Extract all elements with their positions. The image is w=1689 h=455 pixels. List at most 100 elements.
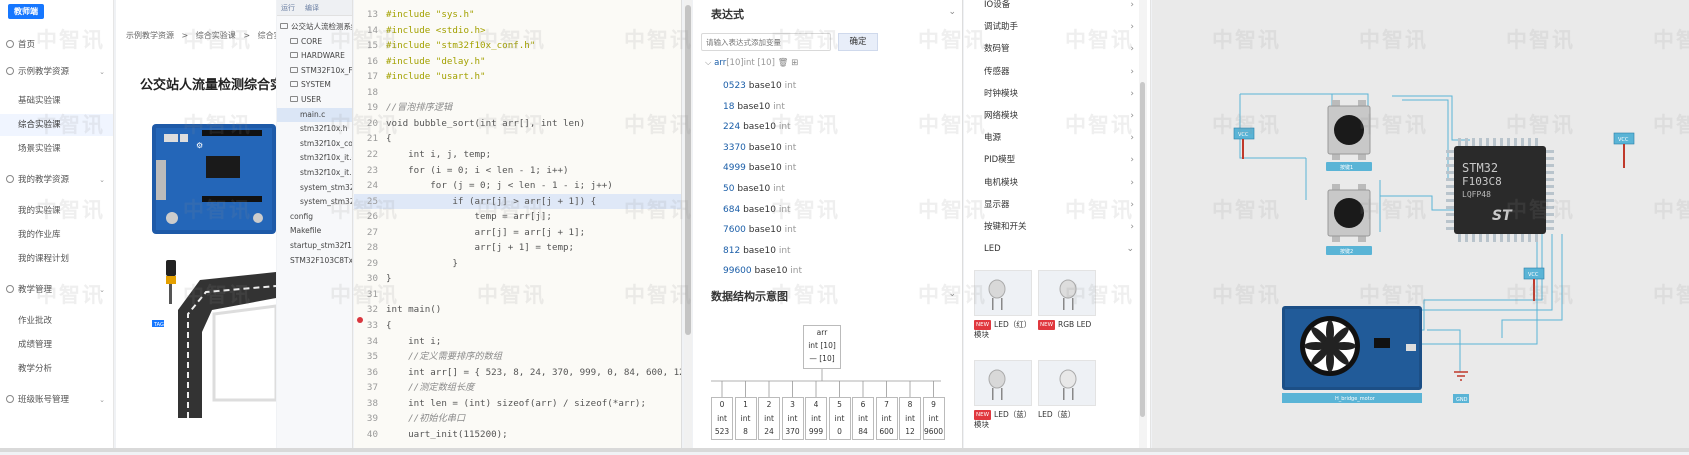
component-category[interactable]: PID模型 › bbox=[964, 149, 1140, 171]
chevron-right-icon[interactable]: › bbox=[1130, 83, 1134, 105]
file-item[interactable]: main.c bbox=[277, 107, 352, 122]
code-line[interactable]: 29 } bbox=[354, 256, 681, 272]
file-item[interactable]: config bbox=[277, 210, 352, 224]
file-item[interactable]: startup_stm32f10x_md.s bbox=[277, 239, 352, 253]
array-element-row[interactable]: 3370 base10 int bbox=[723, 138, 796, 158]
component-thumbnail[interactable] bbox=[1038, 270, 1096, 316]
component-category[interactable]: 调试助手 › bbox=[964, 16, 1140, 38]
nav-link[interactable]: 成绩管理 bbox=[0, 334, 113, 356]
component-thumbnail[interactable] bbox=[974, 360, 1032, 406]
chevron-down-icon[interactable]: ⌄ bbox=[99, 389, 105, 411]
push-button-2[interactable]: 按键2 bbox=[1326, 184, 1372, 255]
code-line[interactable]: 30} bbox=[354, 271, 681, 287]
nav-link[interactable]: 我的作业库 bbox=[0, 224, 113, 246]
code-line[interactable]: 32 int main() bbox=[354, 302, 681, 318]
breadcrumb-item[interactable]: 示例教学资源 bbox=[126, 31, 174, 40]
circuit-canvas[interactable]: VCC VCC VCC 按键1 按键2 STM32 F103C8 LQFP48 … bbox=[1152, 0, 1689, 452]
folder-item[interactable]: 公交站人流检测系统 bbox=[277, 20, 352, 34]
code-line[interactable]: 19 //冒泡排序逻辑 bbox=[354, 100, 681, 116]
code-line[interactable]: 33{ bbox=[354, 318, 681, 334]
code-line[interactable]: 18 bbox=[354, 85, 681, 101]
chevron-right-icon[interactable]: › bbox=[1130, 127, 1134, 149]
chevron-right-icon[interactable]: › bbox=[1130, 149, 1134, 171]
array-element-row[interactable]: 18 base10 int bbox=[723, 97, 785, 117]
folder-item[interactable]: CORE bbox=[277, 35, 352, 49]
component-category[interactable]: 按键和开关 › bbox=[964, 216, 1140, 238]
chevron-right-icon[interactable]: › bbox=[1130, 16, 1134, 38]
nav-link[interactable]: 场景实验课 bbox=[0, 138, 113, 160]
h-bridge-motor-module[interactable]: H_bridge_motor bbox=[1282, 306, 1422, 403]
component-list-scrollbar-thumb[interactable] bbox=[1140, 82, 1145, 417]
chevron-right-icon[interactable]: › bbox=[1130, 216, 1134, 238]
chevron-down-icon[interactable]: ⌄ bbox=[1126, 238, 1134, 260]
nav-link[interactable]: 我的实验课 bbox=[0, 200, 113, 222]
file-item[interactable]: stm32f10x_it.h bbox=[277, 166, 352, 180]
code-line[interactable]: 28 arr[j + 1] = temp; bbox=[354, 240, 681, 256]
nav-link[interactable]: 我的课程计划 bbox=[0, 248, 113, 270]
code-line[interactable]: 26 temp = arr[j]; bbox=[354, 209, 681, 225]
nav-section[interactable]: ⌄ 班级账号管理 bbox=[0, 389, 113, 411]
code-line[interactable]: 24 for (j = 0; j < len - 1 - i; j++) bbox=[354, 178, 681, 194]
chevron-down-icon[interactable]: ⌄ bbox=[99, 61, 105, 83]
chevron-down-icon[interactable]: ⌄ bbox=[948, 289, 956, 299]
code-line[interactable]: 13 #include "sys.h" bbox=[354, 7, 681, 23]
stm32-chip[interactable]: STM32 F103C8 LQFP48 ST bbox=[1446, 138, 1554, 242]
chevron-right-icon[interactable]: › bbox=[1130, 194, 1134, 216]
code-line[interactable]: 27 arr[j] = arr[j + 1]; bbox=[354, 225, 681, 241]
code-line[interactable]: 17 #include "usart.h" bbox=[354, 69, 681, 85]
code-line[interactable]: 34 int i; bbox=[354, 334, 681, 350]
code-line[interactable]: 15 #include "stm32f10x_conf.h" bbox=[354, 38, 681, 54]
nav-link[interactable]: 作业批改 bbox=[0, 310, 113, 332]
code-line[interactable]: 35 //定义需要排序的数组 bbox=[354, 349, 681, 365]
file-item[interactable]: stm32f10x.h bbox=[277, 122, 352, 136]
push-button-1[interactable]: 按键1 bbox=[1326, 100, 1372, 171]
code-editor[interactable]: 13 #include "sys.h" 14 #include <stdio.h> 15… bbox=[354, 0, 682, 452]
array-element-row[interactable]: 0523 base10 int bbox=[723, 76, 796, 96]
nav-section[interactable]: ⌄ 教学管理 bbox=[0, 279, 113, 301]
chevron-down-icon[interactable]: ⌄ bbox=[948, 7, 956, 17]
folder-item[interactable]: STM32F10x_FWLib bbox=[277, 64, 352, 78]
folder-item[interactable]: USER bbox=[277, 93, 352, 107]
component-category[interactable]: IO设备 › bbox=[964, 0, 1140, 16]
component-category[interactable]: LED ⌄ bbox=[964, 238, 1140, 260]
breakpoint-marker[interactable] bbox=[357, 317, 363, 323]
component-thumbnail[interactable] bbox=[1038, 360, 1096, 406]
run-button[interactable]: 运行 bbox=[281, 3, 295, 13]
folder-item[interactable]: SYSTEM bbox=[277, 78, 352, 92]
file-item[interactable]: system_stm32f10x.h bbox=[277, 195, 352, 209]
nav-link[interactable]: 基础实验课 bbox=[0, 90, 113, 112]
code-line[interactable]: 31 bbox=[354, 287, 681, 303]
code-line[interactable]: 37 //测定数组长度 bbox=[354, 380, 681, 396]
code-line[interactable]: 16 #include "delay.h" bbox=[354, 54, 681, 70]
code-line[interactable]: 25 if (arr[j] > arr[j + 1]) { bbox=[354, 193, 681, 210]
code-line[interactable]: 20 void bubble_sort(int arr[], int len) bbox=[354, 116, 681, 132]
editor-scrollbar-thumb[interactable] bbox=[685, 5, 691, 335]
component-category[interactable]: 电机模块 › bbox=[964, 172, 1140, 194]
code-line[interactable]: 14 #include <stdio.h> bbox=[354, 23, 681, 39]
breadcrumb-item[interactable]: 综合实验课 bbox=[196, 31, 236, 40]
confirm-button[interactable]: 确定 bbox=[838, 33, 878, 51]
chevron-right-icon[interactable]: › bbox=[1130, 172, 1134, 194]
nav-link[interactable]: 教学分析 bbox=[0, 358, 113, 380]
nav-section[interactable]: 首页 bbox=[0, 34, 113, 56]
chevron-right-icon[interactable]: › bbox=[1130, 38, 1134, 60]
nav-section[interactable]: ⌄ 示例教学资源 bbox=[0, 61, 113, 83]
component-category[interactable]: 数码管 › bbox=[964, 38, 1140, 60]
component-thumbnail[interactable] bbox=[974, 270, 1032, 316]
file-item[interactable]: STM32F103C8Tx_FLASH.ld bbox=[277, 254, 352, 268]
ground-symbol[interactable]: GND bbox=[1453, 371, 1469, 403]
folder-item[interactable]: HARDWARE bbox=[277, 49, 352, 63]
array-element-row[interactable]: 224 base10 int bbox=[723, 117, 791, 137]
chevron-right-icon[interactable]: › bbox=[1130, 61, 1134, 83]
code-line[interactable]: 23 for (i = 0; i < len - 1; i++) bbox=[354, 163, 681, 179]
expression-input[interactable] bbox=[701, 33, 831, 51]
tree-icon[interactable]: ⊞ bbox=[791, 58, 798, 68]
component-category[interactable]: 电源 › bbox=[964, 127, 1140, 149]
file-item[interactable]: system_stm32f10x.c bbox=[277, 181, 352, 195]
chevron-down-icon[interactable]: ⌄ bbox=[99, 169, 105, 191]
chevron-right-icon[interactable]: › bbox=[1130, 0, 1134, 16]
array-element-row[interactable]: 99600 base10 int bbox=[723, 261, 802, 281]
component-category[interactable]: 时钟模块 › bbox=[964, 83, 1140, 105]
breadcrumb-item[interactable]: 综合实验 bbox=[258, 31, 276, 40]
array-element-row[interactable]: 812 base10 int bbox=[723, 241, 791, 261]
